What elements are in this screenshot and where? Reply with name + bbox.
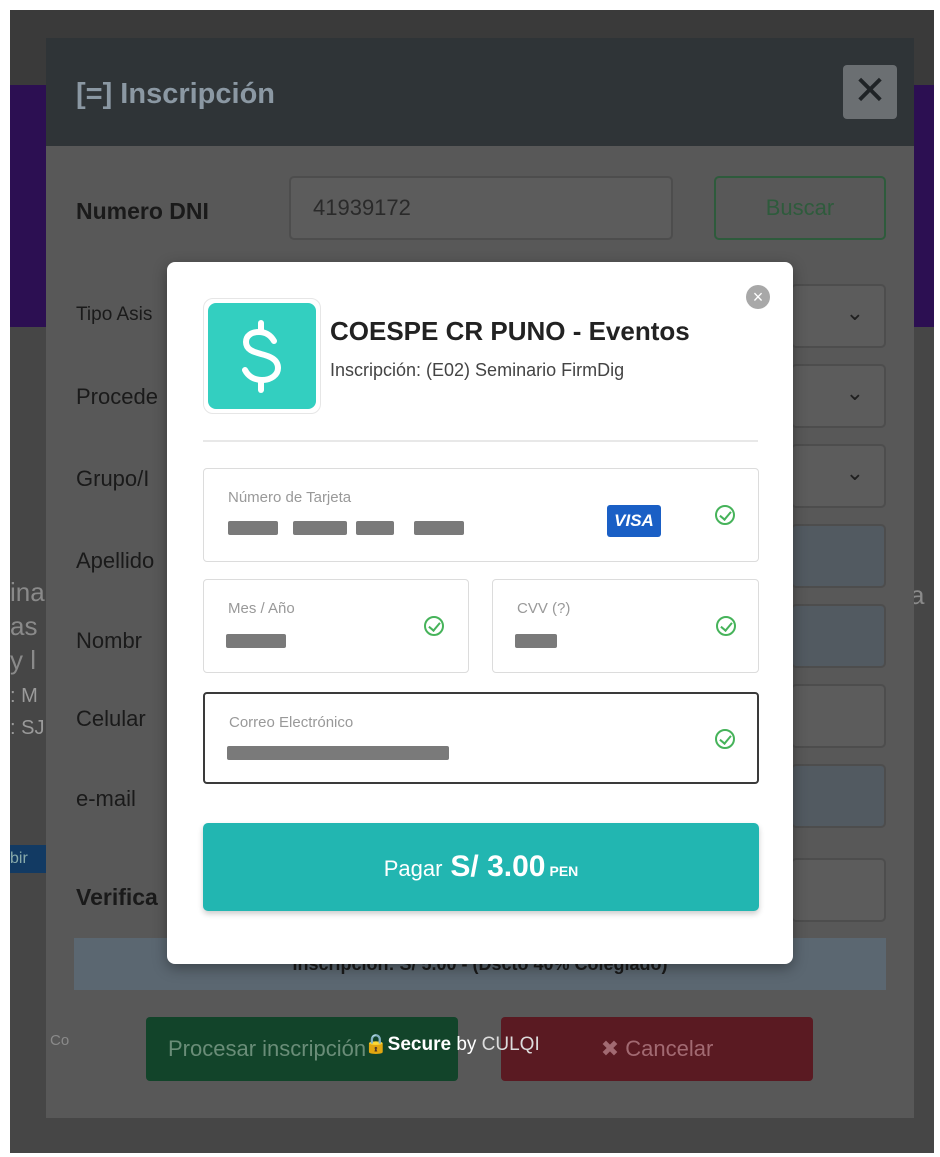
- close-icon[interactable]: ×: [746, 285, 770, 309]
- pay-currency: PEN: [549, 863, 579, 879]
- search-button[interactable]: Buscar: [714, 176, 886, 240]
- visa-icon: VISA: [607, 505, 661, 537]
- payment-dialog: × COESPE CR PUNO - Eventos Inscripción: …: [167, 262, 793, 964]
- modal-title: [=] Inscripción: [76, 78, 276, 110]
- merchant-name: COESPE CR PUNO - Eventos: [330, 316, 690, 346]
- chevron-down-icon: ⌄: [845, 300, 864, 325]
- divider: [203, 440, 758, 442]
- email-field[interactable]: Correo Electrónico: [203, 692, 759, 784]
- close-button[interactable]: ✕: [843, 65, 897, 119]
- field-label-email: e-mail: [76, 786, 136, 811]
- lock-icon: 🔒: [364, 1034, 388, 1055]
- chevron-down-icon: ⌄: [845, 460, 864, 485]
- field-label-verifica: Verifica: [76, 884, 158, 910]
- expiry-label: Mes / Año: [228, 600, 295, 617]
- masked-digits: [356, 521, 394, 535]
- masked-cvv: [515, 634, 557, 648]
- field-label-procedencia: Procede: [76, 384, 158, 409]
- field-label-celular: Celular: [76, 706, 146, 731]
- cancel-button[interactable]: ✖ Cancelar: [501, 1017, 813, 1081]
- field-label-apellido: Apellido: [76, 548, 155, 573]
- culqi-brand: CULQI: [481, 1034, 540, 1055]
- pay-amount: S/ 3.00: [450, 850, 546, 883]
- footer-text-fragment: Co: [50, 1032, 70, 1049]
- payment-concept: Inscripción: (E02) Seminario FirmDig: [330, 360, 625, 380]
- dollar-icon: [208, 303, 316, 409]
- secure-label: Secure: [387, 1034, 452, 1055]
- masked-email: [227, 746, 449, 760]
- field-label-tipo: Tipo Asis: [76, 304, 153, 325]
- modal-header: [=] Inscripción ✕: [46, 38, 914, 146]
- email-label: Correo Electrónico: [229, 714, 354, 731]
- cvv-label: CVV (?): [517, 600, 571, 617]
- grupo-select[interactable]: ⌄: [791, 444, 886, 508]
- page-text-fragment: : M: [10, 685, 38, 707]
- chevron-down-icon: ⌄: [845, 380, 864, 405]
- merchant-logo-frame: [203, 298, 321, 414]
- check-circle-icon: [715, 729, 735, 749]
- masked-digits: [414, 521, 464, 535]
- masked-expiry: [226, 634, 286, 648]
- page-left-text: ina as y l : M : SJ: [10, 575, 50, 741]
- masked-digits: [293, 521, 347, 535]
- field-label-nombre: Nombr: [76, 628, 143, 653]
- tipo-select[interactable]: ⌄: [791, 284, 886, 348]
- secure-badge: 🔒Secure by CULQI: [364, 1032, 540, 1056]
- pay-label: Pagar: [383, 856, 443, 881]
- secure-by: by: [451, 1034, 482, 1055]
- celular-input[interactable]: [791, 684, 886, 748]
- expiry-field[interactable]: Mes / Año: [203, 579, 469, 673]
- email-input[interactable]: [791, 764, 886, 828]
- cvv-field[interactable]: CVV (?): [492, 579, 759, 673]
- check-circle-icon: [715, 505, 735, 525]
- check-circle-icon: [716, 616, 736, 636]
- dni-label: Numero DNI: [76, 198, 209, 224]
- check-circle-icon: [424, 616, 444, 636]
- page-text-fragment: as: [10, 611, 38, 641]
- page-text-fragment: ina: [10, 577, 45, 607]
- page-text-fragment: y l: [10, 645, 36, 675]
- card-number-label: Número de Tarjeta: [228, 489, 352, 506]
- apellido-input[interactable]: [791, 524, 886, 588]
- nombre-input[interactable]: [791, 604, 886, 668]
- page-blue-tab: bir: [10, 845, 48, 873]
- masked-digits: [228, 521, 278, 535]
- page-right-text: a: [910, 580, 925, 610]
- verifica-input[interactable]: [791, 858, 886, 922]
- card-number-field[interactable]: Número de Tarjeta VISA: [203, 468, 759, 562]
- procedencia-select[interactable]: ⌄: [791, 364, 886, 428]
- pay-button[interactable]: Pagar S/ 3.00 PEN: [203, 823, 759, 911]
- field-label-grupo: Grupo/I: [76, 466, 150, 491]
- screen: ina as y l : M : SJ bir a [=] Inscripció…: [0, 0, 940, 1157]
- dni-input[interactable]: 41939172: [289, 176, 673, 240]
- page-text-fragment: : SJ: [10, 717, 45, 739]
